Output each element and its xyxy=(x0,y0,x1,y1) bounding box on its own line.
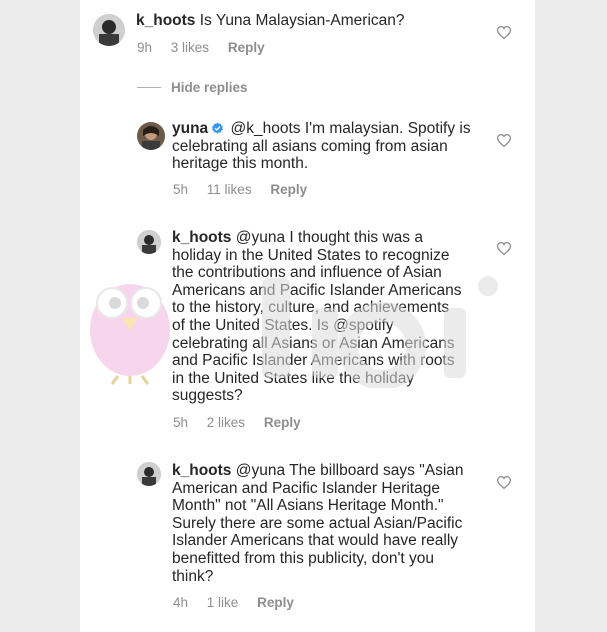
comment-text-line: suggests? xyxy=(172,387,243,405)
comment-mention[interactable]: @k_hoots xyxy=(231,120,301,137)
comment-likes[interactable]: 2 likes xyxy=(207,415,245,430)
comment-text-line: and Pacific Islander Americans with root… xyxy=(172,352,455,370)
comment-time: 9h xyxy=(137,40,153,55)
comment-mention[interactable]: @yuna xyxy=(236,229,285,246)
hide-replies-button[interactable]: Hide replies xyxy=(137,80,248,95)
heart-outline-icon[interactable] xyxy=(497,476,511,489)
avatar[interactable] xyxy=(137,230,161,254)
comment-likes[interactable]: 1 like xyxy=(207,595,239,610)
comment-body: k_hoots Is Yuna Malaysian-American? xyxy=(136,12,506,30)
comment-body: yuna @k_hoots I'm malaysian. Spotify is … xyxy=(172,120,502,173)
comment-likes[interactable]: 11 likes xyxy=(207,182,252,197)
comment-username[interactable]: k_hoots xyxy=(136,12,195,29)
reply-button[interactable]: Reply xyxy=(228,40,265,55)
comment-text-line: think? xyxy=(172,567,214,585)
comment-time: 5h xyxy=(173,182,189,197)
comment-text-line: celebrating all asians coming from asian xyxy=(172,137,448,155)
verified-badge-icon xyxy=(212,122,224,134)
comment-text-line: I thought this was a xyxy=(289,229,423,246)
comment-body: k_hoots @yuna I thought this was a holid… xyxy=(172,229,502,405)
comment-mention[interactable]: @yuna xyxy=(236,462,285,479)
reply-button[interactable]: Reply xyxy=(264,415,301,430)
comment-text-line: Americans and Pacific Islander Americans xyxy=(172,281,462,299)
comment-text-line: Islander Americans that would have reall… xyxy=(172,532,459,550)
comment-username[interactable]: k_hoots xyxy=(172,462,231,479)
comment-time: 5h xyxy=(173,415,189,430)
comment-text-line: the contributions and influence of Asian xyxy=(172,264,442,282)
hide-replies-label: Hide replies xyxy=(171,80,248,95)
comment-text-line: I'm malaysian. Spotify is xyxy=(304,120,471,137)
comment-text-line: heritage this month. xyxy=(172,155,309,173)
reply-button[interactable]: Reply xyxy=(270,182,307,197)
avatar[interactable] xyxy=(137,122,165,150)
comment-meta: 5h 2 likes Reply xyxy=(173,415,316,430)
comment-body: k_hoots @yuna The billboard says "Asian … xyxy=(172,462,502,585)
heart-outline-icon[interactable] xyxy=(497,134,511,147)
comment-meta: 9h 3 likes Reply xyxy=(137,40,280,55)
avatar[interactable] xyxy=(93,14,125,46)
comment-time: 4h xyxy=(173,595,189,610)
comment-text-line: Surely there are some actual Asian/Pacif… xyxy=(172,514,463,532)
comment-text-line: The billboard says "Asian xyxy=(289,462,464,479)
comment-text-line: in the United States like the holiday xyxy=(172,369,415,387)
comment-meta: 4h 1 like Reply xyxy=(173,595,309,610)
comment-text-line: to the history, culture, and achievement… xyxy=(172,299,450,317)
comment-username[interactable]: yuna xyxy=(172,120,208,137)
comment-text-line: of the United States. Is @spotify xyxy=(172,316,394,334)
comment-text-line: Month" not "All Asians Heritage Month." xyxy=(172,497,444,515)
avatar[interactable] xyxy=(137,462,161,486)
comment-likes[interactable]: 3 likes xyxy=(171,40,209,55)
comment-text-line: benefitted from this publicity, don't yo… xyxy=(172,549,435,567)
comment-text-line: holiday in the United States to recogniz… xyxy=(172,246,450,264)
comment-text: Is Yuna Malaysian-American? xyxy=(199,12,405,29)
comment-text-line: American and Pacific Islander Heritage xyxy=(172,479,440,497)
heart-outline-icon[interactable] xyxy=(497,26,511,39)
heart-outline-icon[interactable] xyxy=(497,242,511,255)
comment-username[interactable]: k_hoots xyxy=(172,229,231,246)
reply-button[interactable]: Reply xyxy=(257,595,294,610)
comment-text-line: celebrating all Asians or Asian American… xyxy=(172,334,455,352)
comment-meta: 5h 11 likes Reply xyxy=(173,182,322,197)
divider xyxy=(137,87,161,88)
